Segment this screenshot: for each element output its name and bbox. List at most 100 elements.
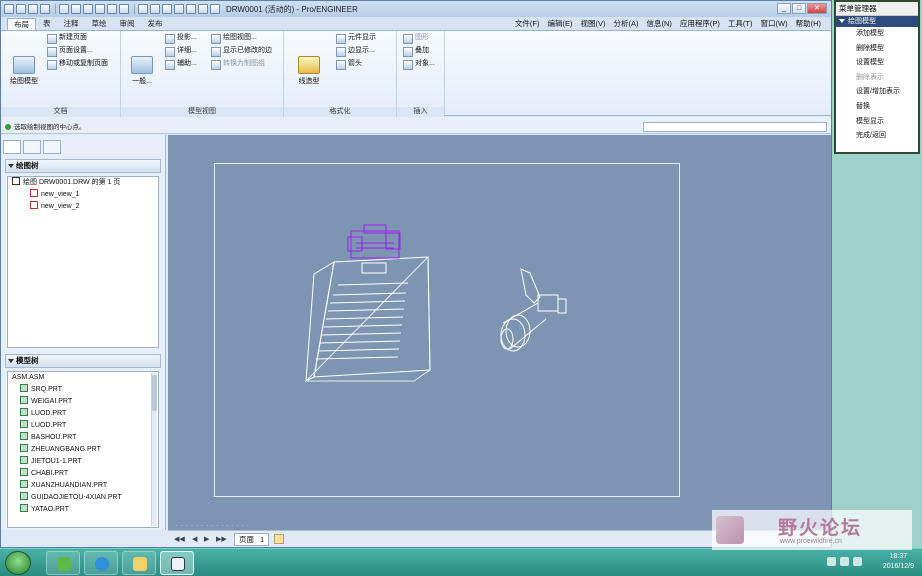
auxiliary-button[interactable]: 辅助... [165, 58, 197, 70]
print-icon[interactable] [40, 4, 50, 14]
scroll-thumb[interactable] [152, 375, 157, 411]
menu-item-add-model[interactable]: 添加模型 [836, 27, 918, 42]
taskbar-app-folder[interactable] [122, 551, 156, 575]
projection-button[interactable]: 投影... [165, 32, 197, 44]
model-tree-header[interactable]: 模型树 [5, 354, 161, 368]
maximize-button[interactable]: □ [792, 3, 806, 14]
menu-item-delete-model[interactable]: 删除模型 [836, 42, 918, 57]
menu-edit[interactable]: 编辑(E) [548, 18, 573, 29]
tab-layout[interactable]: 布局 [7, 18, 36, 30]
menu-item-set-model[interactable]: 设置模型 [836, 56, 918, 71]
new-icon[interactable] [4, 4, 14, 14]
delete-icon[interactable] [119, 4, 129, 14]
repaint-icon[interactable] [186, 4, 196, 14]
menu-analysis[interactable]: 分析(A) [614, 18, 639, 29]
folder-browser-tab[interactable] [23, 140, 41, 154]
view-2-connector[interactable] [500, 268, 567, 352]
convert-to-draft-button[interactable]: 转换为制图组 [211, 58, 265, 70]
arrows-button[interactable]: 箭头 [336, 58, 362, 70]
paste-icon[interactable] [107, 4, 117, 14]
tab-annotate[interactable]: 注释 [58, 18, 85, 30]
regenerate-icon[interactable] [138, 4, 148, 14]
menu-window[interactable]: 窗口(W) [761, 18, 788, 29]
open-icon[interactable] [16, 4, 26, 14]
menu-tools[interactable]: 工具(T) [728, 18, 753, 29]
view-1-highlighted-part[interactable] [347, 224, 401, 259]
overlay-button[interactable]: 叠加 [403, 45, 429, 57]
menu-file[interactable]: 文件(F) [515, 18, 540, 29]
menu-item-model-display[interactable]: 模型显示 [836, 115, 918, 130]
find-icon[interactable] [150, 4, 160, 14]
tree-item-part[interactable]: WEIGAI.PRT [8, 396, 158, 408]
tree-item-sheet[interactable]: 绘图 DRW0001.DRW 的第 1 页 [8, 177, 158, 189]
tray-icon[interactable] [827, 557, 836, 566]
menu-view[interactable]: 视图(V) [581, 18, 606, 29]
page-tab[interactable]: 页面 1 [234, 533, 270, 546]
general-view-button[interactable]: 一般... [125, 56, 159, 86]
show-modified-edges-button[interactable]: 显示已修改的边 [211, 45, 272, 57]
tree-item-part[interactable]: CHABI.PRT [8, 468, 158, 480]
edge-display-button[interactable]: 边显示... [336, 45, 375, 57]
tab-table[interactable]: 表 [37, 18, 57, 30]
graphics-button[interactable]: 图形 [403, 32, 429, 44]
tray-icon[interactable] [840, 557, 849, 566]
cut-icon[interactable] [83, 4, 93, 14]
object-button[interactable]: 对象... [403, 58, 435, 70]
first-page-icon[interactable]: ◀◀ [174, 535, 185, 543]
view-1-enclosure[interactable] [304, 255, 431, 382]
prev-page-icon[interactable]: ◀ [192, 535, 197, 543]
menu-applications[interactable]: 应用程序(P) [680, 18, 720, 29]
tree-item-part[interactable]: XUANZHUANDIAN.PRT [8, 480, 158, 492]
redo-icon[interactable] [71, 4, 81, 14]
drawing-models-button[interactable]: 绘图模型 [7, 56, 41, 86]
zoom-icon[interactable] [162, 4, 172, 14]
next-page-icon[interactable]: ▶ [204, 535, 209, 543]
selection-filter-dropdown[interactable] [643, 122, 827, 132]
taskbar-app-browser[interactable] [84, 551, 118, 575]
save-icon[interactable] [28, 4, 38, 14]
tree-item-view[interactable]: new_view_2 [8, 201, 158, 213]
menu-item-replace[interactable]: 替换 [836, 100, 918, 115]
menu-help[interactable]: 帮助(H) [796, 18, 821, 29]
tree-item-assembly[interactable]: ASM.ASM [8, 372, 158, 384]
model-tree-scrollbar[interactable] [151, 373, 157, 526]
menu-info[interactable]: 信息(N) [647, 18, 672, 29]
tree-item-part[interactable]: GUIDAOJIETOU-4XIAN.PRT [8, 492, 158, 504]
page-setup-button[interactable]: 页面设置... [47, 45, 93, 57]
tree-item-part[interactable]: ZHEUANGBANG.PRT [8, 444, 158, 456]
volume-icon[interactable] [853, 557, 862, 566]
favorites-tab[interactable] [43, 140, 61, 154]
model-tree-tab[interactable] [3, 140, 21, 154]
menu-item-done-return[interactable]: 完成/返回 [836, 129, 918, 144]
menu-item-set-add-rep[interactable]: 设置/增加表示 [836, 85, 918, 100]
undo-icon[interactable] [59, 4, 69, 14]
window-icon[interactable] [174, 4, 184, 14]
drawing-view-button[interactable]: 绘图视图... [211, 32, 257, 44]
tab-review[interactable]: 审阅 [114, 18, 141, 30]
copy-icon[interactable] [95, 4, 105, 14]
drawing-canvas[interactable]: - - - - - - - - - - - - - - - [168, 135, 831, 530]
new-page-icon[interactable] [274, 534, 284, 544]
taskbar-app-leaf[interactable] [46, 551, 80, 575]
tab-publish[interactable]: 发布 [142, 18, 169, 30]
drawing-tree-header[interactable]: 绘图树 [5, 159, 161, 173]
view-icon[interactable] [210, 4, 220, 14]
last-page-icon[interactable]: ▶▶ [216, 535, 227, 543]
tree-item-part[interactable]: JIETOU1-1.PRT [8, 456, 158, 468]
tree-item-view[interactable]: new_view_1 [8, 189, 158, 201]
move-copy-sheet-button[interactable]: 移动或复制页面 [47, 58, 108, 70]
tree-item-part[interactable]: SRQ.PRT [8, 384, 158, 396]
tree-item-part[interactable]: BASHOU.PRT [8, 432, 158, 444]
taskbar-app-proe[interactable] [160, 551, 194, 575]
clock[interactable]: 18:37 2016/12/9 [883, 552, 914, 572]
tree-item-part[interactable]: LUOD.PRT [8, 420, 158, 432]
line-style-button[interactable]: 线造型 [292, 56, 326, 86]
new-sheet-button[interactable]: 新建页面 [47, 32, 87, 44]
detailed-button[interactable]: 详细... [165, 45, 197, 57]
start-button[interactable] [5, 551, 31, 575]
minimize-button[interactable]: _ [777, 3, 791, 14]
tree-item-part[interactable]: YATAO.PRT [8, 504, 158, 516]
menu-manager-header[interactable]: 绘图模型 [836, 16, 918, 27]
component-display-button[interactable]: 元件显示 [336, 32, 376, 44]
tab-sketch[interactable]: 草绘 [86, 18, 113, 30]
